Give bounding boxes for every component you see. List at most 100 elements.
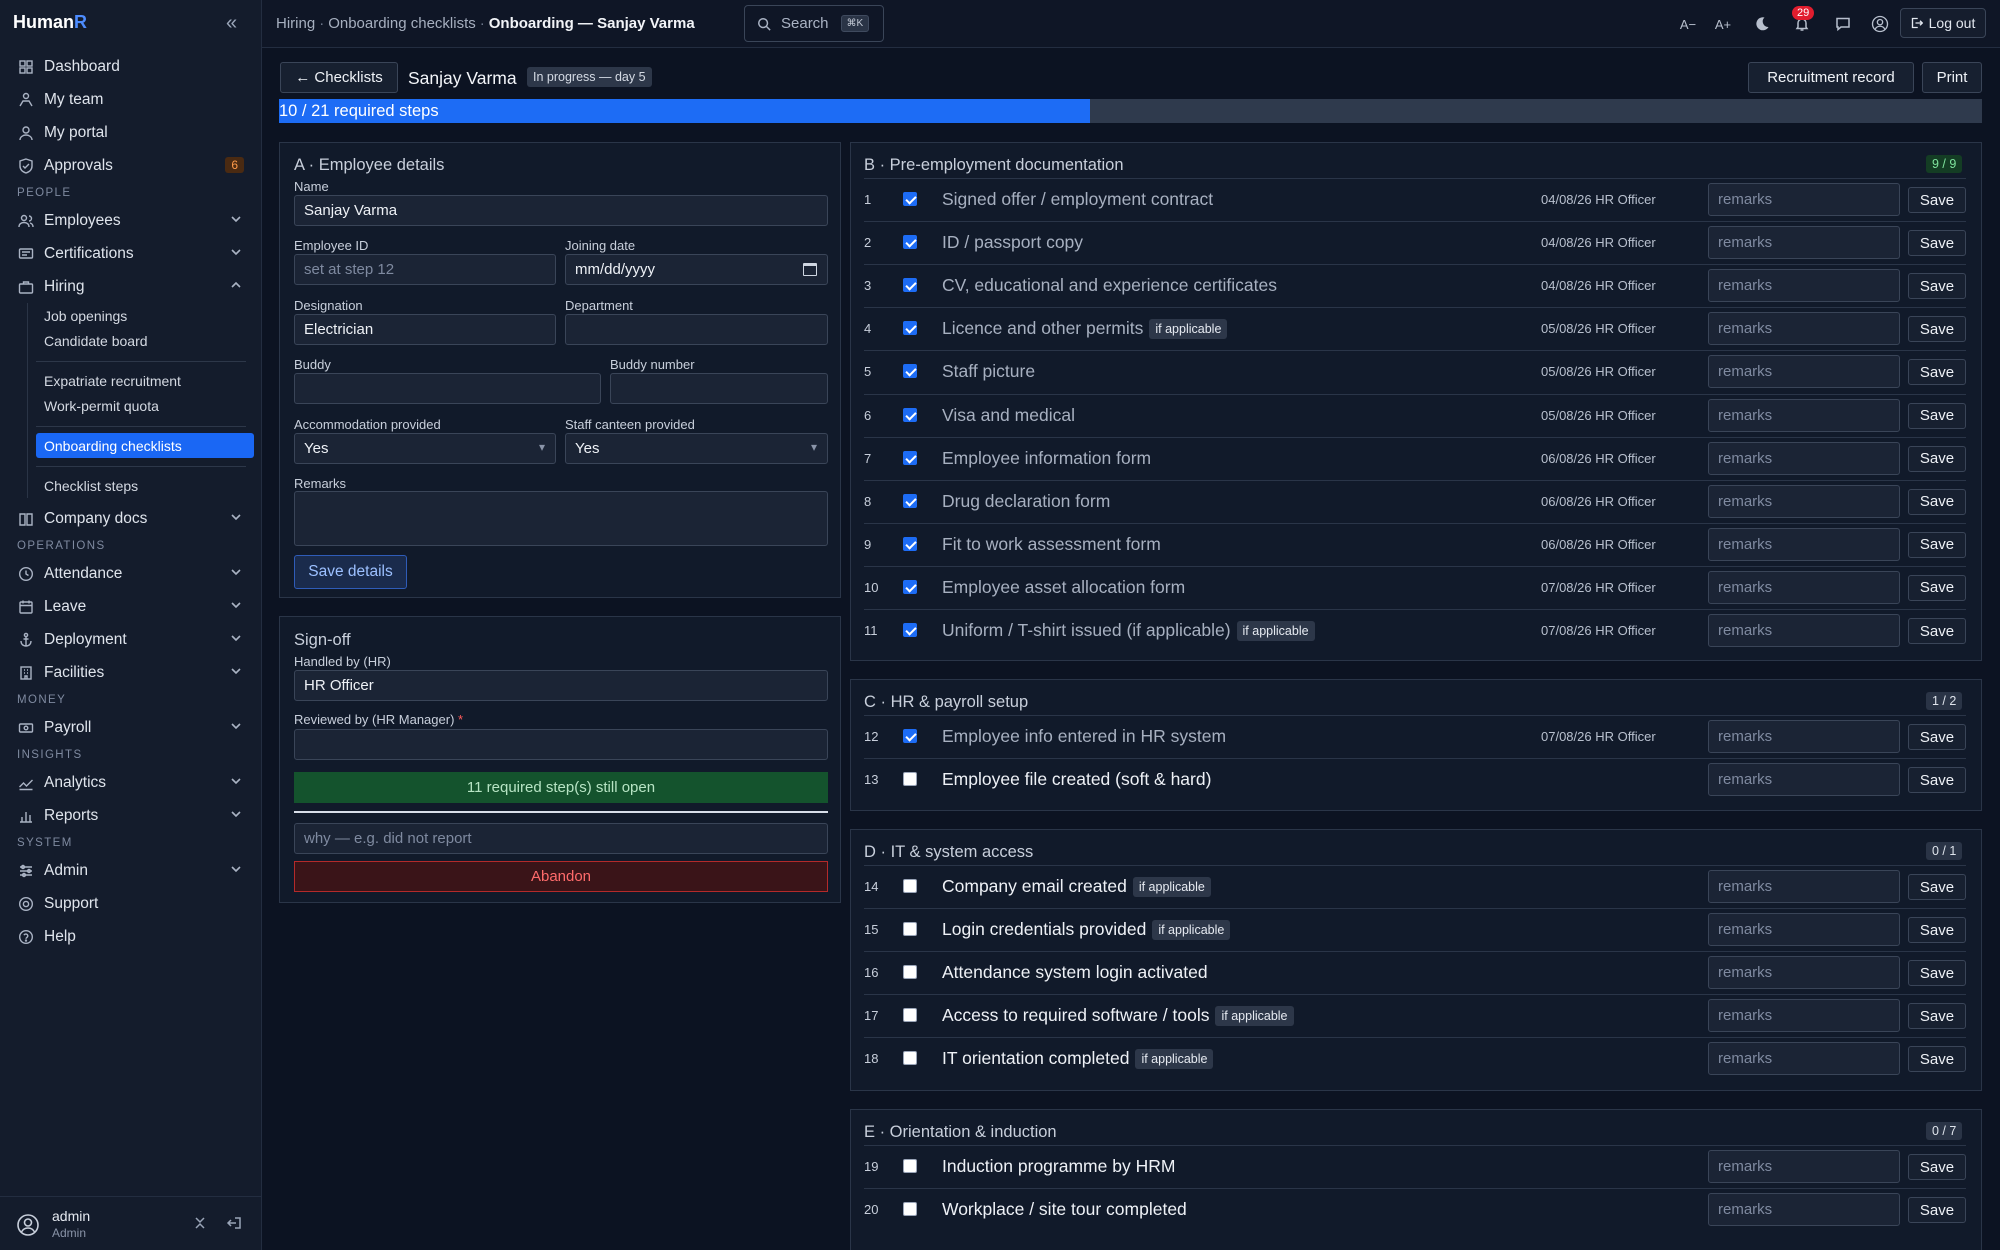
- sign-out-icon[interactable]: [226, 1215, 242, 1231]
- sidebar-item-admin[interactable]: Admin: [0, 854, 262, 887]
- step-remarks-input[interactable]: remarks: [1708, 398, 1900, 432]
- moon-icon[interactable]: [1752, 14, 1772, 34]
- step-remarks-input[interactable]: remarks: [1708, 355, 1900, 389]
- step-save-button[interactable]: Save: [1908, 531, 1966, 558]
- sidebar-item-checklist-steps[interactable]: Checklist steps: [36, 473, 254, 498]
- breadcrumb-hiring[interactable]: Hiring: [276, 15, 315, 32]
- abandon-button[interactable]: Abandon: [294, 861, 828, 892]
- handled-by-field[interactable]: HR Officer: [294, 670, 828, 701]
- step-save-button[interactable]: Save: [1908, 767, 1966, 794]
- step-save-button[interactable]: Save: [1908, 273, 1966, 300]
- step-remarks-input[interactable]: remarks: [1708, 269, 1900, 303]
- step-save-button[interactable]: Save: [1908, 488, 1966, 515]
- step-save-button[interactable]: Save: [1908, 187, 1966, 213]
- sidebar-item-onboarding-checklists[interactable]: Onboarding checklists: [36, 433, 254, 458]
- calendar-icon[interactable]: [803, 263, 817, 276]
- step-checkbox[interactable]: [903, 879, 917, 893]
- sidebar-item-facilities[interactable]: Facilities: [0, 656, 262, 689]
- recruitment-record-button[interactable]: Recruitment record: [1748, 62, 1914, 93]
- message-icon[interactable]: [1833, 14, 1853, 34]
- remarks-textarea[interactable]: [294, 491, 828, 546]
- sidebar-item-candidate-board[interactable]: Candidate board: [36, 328, 254, 353]
- step-checkbox[interactable]: [903, 579, 917, 594]
- department-field[interactable]: [565, 314, 828, 345]
- step-checkbox[interactable]: [903, 364, 917, 379]
- sidebar-item-my-team[interactable]: My team: [0, 83, 262, 116]
- step-checkbox[interactable]: [903, 1159, 917, 1173]
- sidebar-item-approvals[interactable]: Approvals 6: [0, 149, 262, 182]
- sidebar-item-dashboard[interactable]: Dashboard: [0, 50, 262, 83]
- app-logo[interactable]: HumanR: [13, 12, 87, 33]
- step-checkbox[interactable]: [903, 965, 917, 980]
- save-details-button[interactable]: Save details: [294, 555, 407, 589]
- step-checkbox[interactable]: [903, 192, 917, 206]
- step-save-button[interactable]: Save: [1908, 402, 1966, 429]
- back-to-checklists-button[interactable]: ← Checklists: [280, 62, 398, 93]
- sidebar-item-hiring[interactable]: Hiring: [0, 270, 262, 303]
- step-remarks-input[interactable]: remarks: [1708, 183, 1900, 216]
- step-checkbox[interactable]: [903, 1051, 917, 1066]
- sidebar-item-help[interactable]: Help: [0, 920, 262, 953]
- sidebar-item-certifications[interactable]: Certifications: [0, 237, 262, 270]
- collapse-arrows-icon[interactable]: [192, 1215, 208, 1231]
- step-save-button[interactable]: Save: [1908, 1197, 1966, 1224]
- sidebar-item-job-openings[interactable]: Job openings: [36, 303, 254, 328]
- step-save-button[interactable]: Save: [1908, 445, 1966, 472]
- step-remarks-input[interactable]: remarks: [1708, 1150, 1900, 1183]
- buddy-field[interactable]: [294, 373, 601, 404]
- step-save-button[interactable]: Save: [1908, 724, 1966, 750]
- avatar-icon[interactable]: [16, 1213, 40, 1237]
- font-smaller-icon[interactable]: A−: [1678, 14, 1698, 34]
- step-remarks-input[interactable]: remarks: [1708, 226, 1900, 260]
- sidebar-item-expatriate-recruitment[interactable]: Expatriate recruitment: [36, 368, 254, 393]
- step-checkbox[interactable]: [903, 1202, 917, 1217]
- name-field[interactable]: Sanjay Varma: [294, 195, 828, 226]
- designation-field[interactable]: Electrician: [294, 314, 556, 345]
- sidebar-item-attendance[interactable]: Attendance: [0, 557, 262, 590]
- step-remarks-input[interactable]: remarks: [1708, 956, 1900, 990]
- step-save-button[interactable]: Save: [1908, 1003, 1966, 1030]
- step-remarks-input[interactable]: remarks: [1708, 913, 1900, 947]
- step-remarks-input[interactable]: remarks: [1708, 720, 1900, 753]
- step-remarks-input[interactable]: remarks: [1708, 1042, 1900, 1076]
- buddy-number-field[interactable]: [610, 373, 828, 404]
- step-save-button[interactable]: Save: [1908, 1154, 1966, 1180]
- step-checkbox[interactable]: [903, 321, 917, 336]
- step-checkbox[interactable]: [903, 407, 917, 422]
- sidebar-item-deployment[interactable]: Deployment: [0, 623, 262, 656]
- step-remarks-input[interactable]: remarks: [1708, 999, 1900, 1033]
- sidebar-item-support[interactable]: Support: [0, 887, 262, 920]
- sidebar-item-company-docs[interactable]: Company docs: [0, 502, 262, 535]
- step-remarks-input[interactable]: remarks: [1708, 570, 1900, 604]
- print-button[interactable]: Print: [1922, 62, 1982, 93]
- step-save-button[interactable]: Save: [1908, 359, 1966, 386]
- step-checkbox[interactable]: [903, 450, 917, 465]
- step-checkbox[interactable]: [903, 235, 917, 250]
- sidebar-item-my-portal[interactable]: My portal: [0, 116, 262, 149]
- step-remarks-input[interactable]: remarks: [1708, 870, 1900, 903]
- step-remarks-input[interactable]: remarks: [1708, 441, 1900, 475]
- step-checkbox[interactable]: [903, 1008, 917, 1023]
- search-button[interactable]: Search ⌘K: [744, 5, 884, 42]
- account-circle-icon[interactable]: [1870, 14, 1890, 34]
- reviewed-by-field[interactable]: [294, 729, 828, 760]
- step-remarks-input[interactable]: remarks: [1708, 484, 1900, 518]
- step-remarks-input[interactable]: remarks: [1708, 312, 1900, 346]
- employee-id-field[interactable]: set at step 12: [294, 254, 556, 285]
- sidebar-item-reports[interactable]: Reports: [0, 799, 262, 832]
- step-remarks-input[interactable]: remarks: [1708, 527, 1900, 561]
- step-checkbox[interactable]: [903, 772, 917, 787]
- step-checkbox[interactable]: [903, 536, 917, 551]
- step-checkbox[interactable]: [903, 493, 917, 508]
- step-remarks-input[interactable]: remarks: [1708, 763, 1900, 797]
- abandon-reason-field[interactable]: why — e.g. did not report: [294, 823, 828, 854]
- breadcrumb-onboarding-checklists[interactable]: Onboarding checklists: [328, 15, 476, 32]
- canteen-select[interactable]: Yes: [565, 433, 828, 464]
- collapse-sidebar-icon[interactable]: «: [226, 12, 237, 35]
- step-checkbox[interactable]: [903, 922, 917, 937]
- sidebar-item-employees[interactable]: Employees: [0, 204, 262, 237]
- sidebar-item-leave[interactable]: Leave: [0, 590, 262, 623]
- step-save-button[interactable]: Save: [1908, 874, 1966, 900]
- font-larger-icon[interactable]: A+: [1713, 14, 1733, 34]
- joining-date-field[interactable]: mm/dd/yyyy: [565, 254, 828, 285]
